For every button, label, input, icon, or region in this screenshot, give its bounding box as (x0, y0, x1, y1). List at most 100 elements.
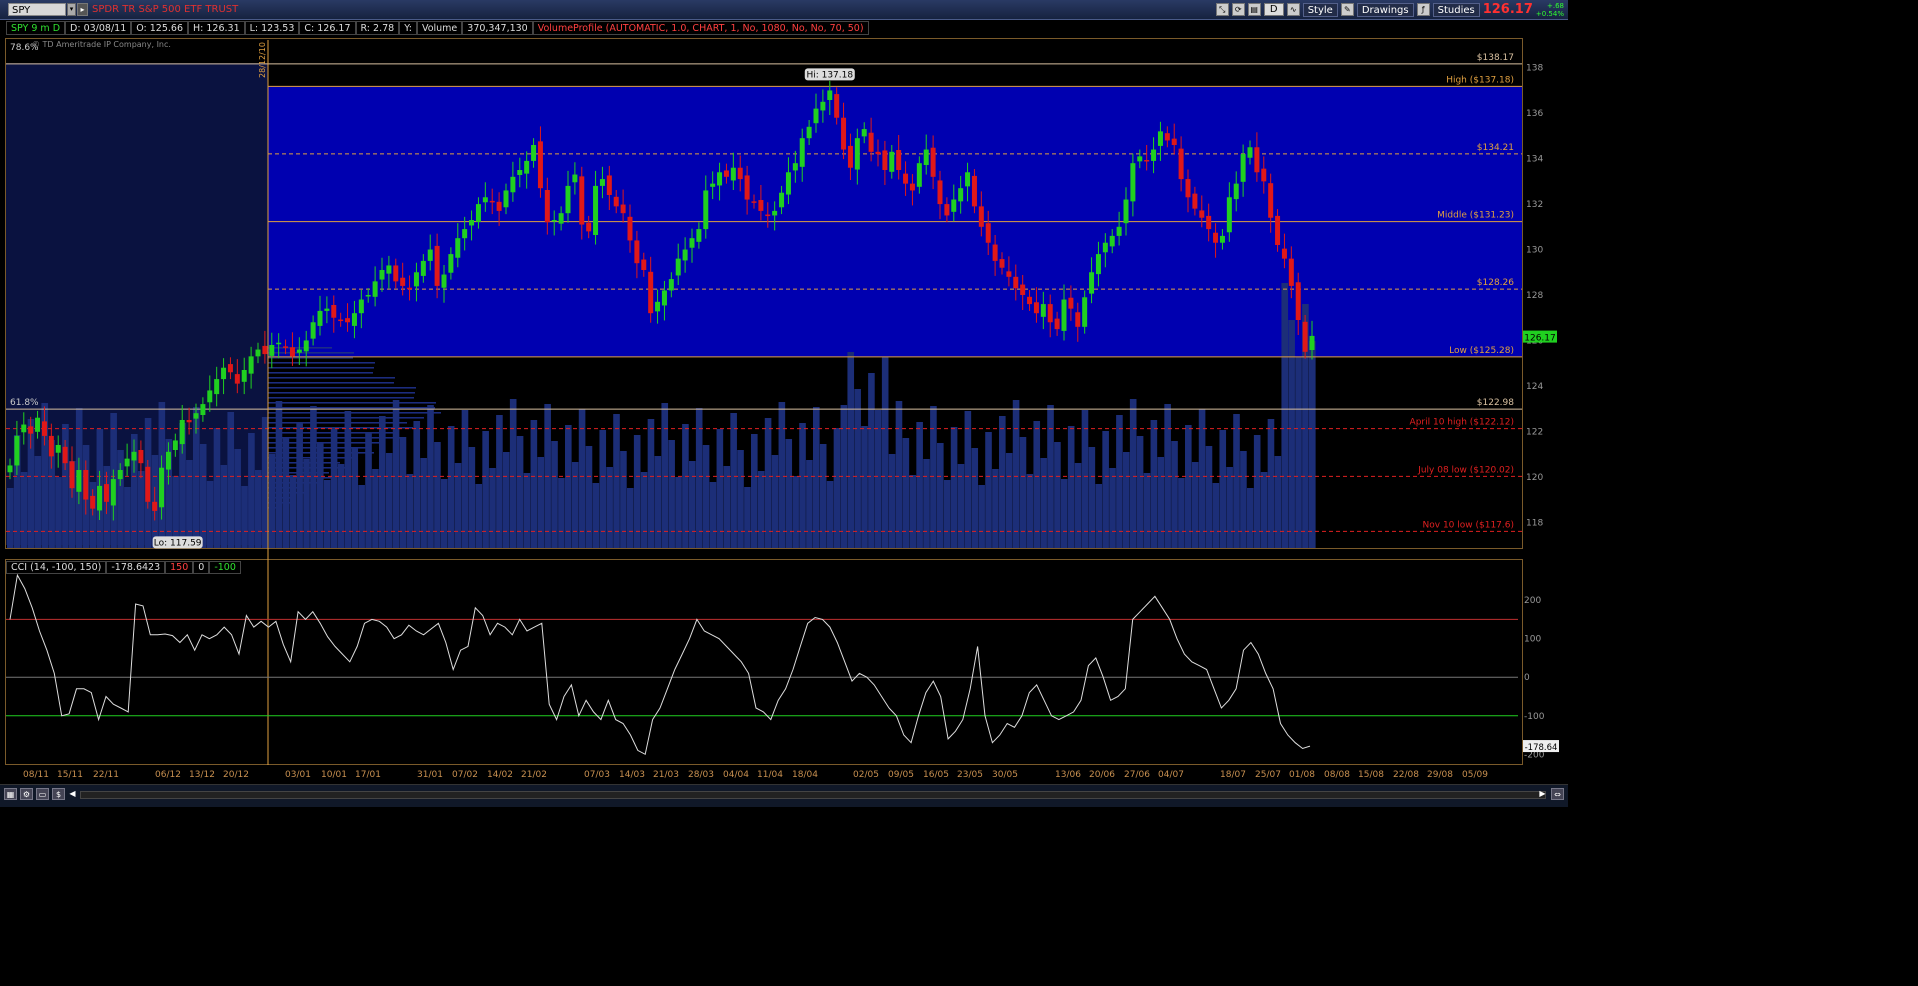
candle-body (172, 440, 178, 450)
bar-range: R: 2.78 (355, 21, 400, 35)
candle-body (145, 466, 151, 502)
volume-bar (737, 450, 744, 548)
candle-body (441, 274, 447, 288)
candle-body (103, 484, 109, 502)
volume-bar (999, 416, 1006, 548)
volume-bar (137, 471, 145, 548)
volume-label[interactable]: Volume (416, 21, 463, 35)
grid-icon[interactable]: ▦ (4, 788, 17, 800)
volume-bar (888, 454, 896, 548)
candle-body (593, 185, 599, 235)
volume-bar (620, 451, 627, 548)
candle-body (544, 190, 550, 223)
x-tick: 09/05 (888, 770, 914, 780)
volume-profile-bar (268, 422, 407, 424)
candle-body (296, 349, 302, 353)
volume-bar (241, 486, 248, 548)
candle-body (448, 254, 454, 273)
candle-body (971, 175, 977, 207)
cci-title[interactable]: CCI (14, -100, 150) (6, 561, 107, 574)
volume-bar (447, 426, 455, 548)
volume-bar (365, 432, 372, 548)
x-tick: 10/01 (321, 770, 347, 780)
volume-bar (1088, 447, 1096, 548)
candle-body (627, 216, 633, 241)
dollar-icon[interactable]: $ (52, 788, 65, 800)
candle-body (1013, 276, 1019, 289)
candle-body (1281, 248, 1287, 259)
candle-body (413, 272, 419, 287)
candle-body (1116, 226, 1122, 236)
candle-body (179, 420, 185, 445)
candle-body (524, 160, 530, 174)
volume-bar (1150, 420, 1158, 548)
candle-body (76, 470, 82, 492)
cci-line (9, 573, 1311, 756)
cci-value: -178.6423 (106, 561, 166, 574)
volume-bar (764, 418, 772, 548)
candle-body (1226, 197, 1232, 233)
candle-body (606, 175, 612, 195)
candle-body (400, 277, 406, 286)
scroll-right-icon[interactable]: ▶ (1536, 788, 1549, 800)
candle-body (1061, 299, 1067, 331)
cci-tick: 100 (1524, 635, 1541, 645)
candle-body (882, 150, 888, 170)
candle-body (923, 149, 929, 165)
candle-body (531, 145, 537, 161)
volume-bar (1012, 400, 1020, 548)
candle-body (241, 370, 247, 382)
volume-bar (385, 453, 393, 548)
volume-bar (255, 470, 262, 548)
candle-body (386, 265, 392, 274)
horizontal-scrollbar[interactable] (80, 791, 1546, 799)
volume-bar (496, 415, 503, 548)
x-tick: 14/02 (487, 770, 513, 780)
bar-open: O: 125.66 (131, 21, 189, 35)
volume-bar (317, 443, 324, 548)
volume-bar (943, 480, 951, 548)
volume-profile-study[interactable]: VolumeProfile (AUTOMATIC, 1.0, CHART, 1,… (532, 21, 869, 35)
candle-body (661, 290, 667, 306)
volume-bar (730, 413, 737, 548)
volume-bar (1288, 320, 1295, 548)
candle-body (558, 213, 564, 224)
candle-body (1109, 235, 1115, 247)
candle-body (1295, 282, 1301, 320)
candle-body (730, 167, 736, 181)
price-chart[interactable]: $138.17 High ($137.18) $134.21 Middle ($131… (0, 0, 1568, 806)
candle-body (324, 308, 330, 311)
candle-body (1054, 318, 1060, 330)
volume-bar (220, 465, 228, 548)
candle-body (1047, 304, 1053, 323)
candle-body (648, 271, 654, 314)
x-tick: 02/05 (853, 770, 879, 780)
layout-icon[interactable]: ▭ (36, 788, 49, 800)
price-tick: 120 (1526, 473, 1543, 483)
expand-icon[interactable]: ⇔ (1551, 788, 1564, 800)
candle-body (207, 390, 213, 403)
volume-bar (861, 426, 868, 548)
symbol-period[interactable]: SPY 9 m D (6, 21, 66, 35)
candle-body (785, 172, 791, 195)
x-tick: 22/11 (93, 770, 119, 780)
volume-bar (330, 427, 338, 548)
candle-body (1178, 148, 1184, 180)
candle-body (186, 420, 192, 423)
volume-bar (530, 420, 538, 548)
candle-body (1185, 179, 1191, 198)
volume-bar (565, 425, 572, 548)
scroll-left-icon[interactable]: ◀ (66, 788, 79, 800)
candle-body (537, 141, 543, 189)
volume-bar (1074, 463, 1082, 548)
candle-body (193, 413, 199, 419)
candle-body (1075, 312, 1081, 327)
candle-body (221, 367, 227, 380)
candle-body (723, 170, 729, 177)
candle-body (41, 421, 47, 436)
volume-bar (1240, 451, 1247, 548)
candle-body (496, 201, 502, 211)
settings-icon[interactable]: ⚙ (20, 788, 33, 800)
volume-bar (303, 459, 310, 548)
candle-body (283, 346, 289, 348)
